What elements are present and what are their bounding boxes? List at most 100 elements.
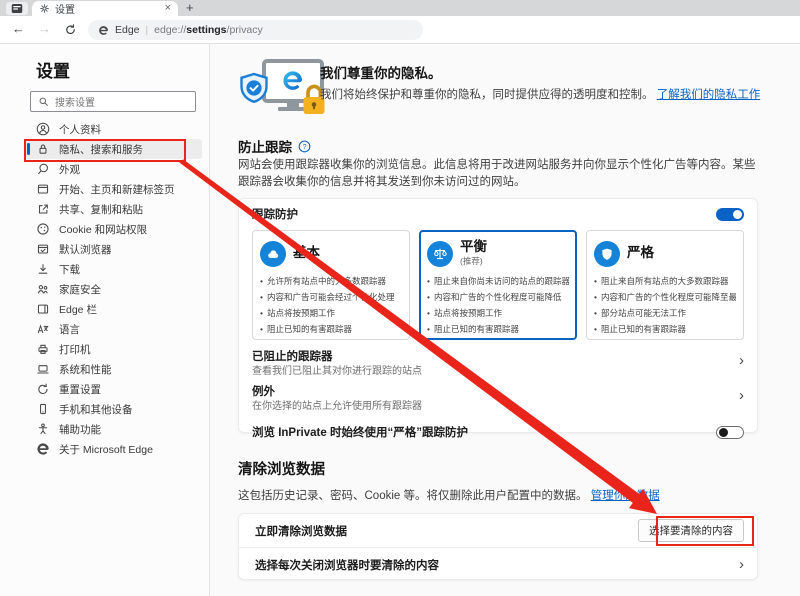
chevron-right-icon: › — [739, 557, 744, 572]
download-icon — [36, 262, 50, 276]
prevention-card-balanced[interactable]: 平衡 (推荐) •阻止来自你尚未访问的站点的跟踪器 •内容和广告的个性化程度可能… — [419, 230, 577, 340]
sidebar-item-languages[interactable]: 语言 — [24, 319, 202, 339]
prevention-card-basic[interactable]: 基本 •允许所有站点中的大多数跟踪器 •内容和广告可能会经过个性化处理 •站点将… — [252, 230, 410, 340]
search-input[interactable]: 搜索设置 — [30, 91, 196, 112]
edge-settings-screenshot: 设置 × + ← → Edge | edge://settings/privac… — [0, 0, 800, 596]
balanced-bullets: •阻止来自你尚未访问的站点的跟踪器 •内容和广告的个性化程度可能降低 •站点将按… — [427, 273, 569, 338]
accessibility-icon — [36, 422, 50, 436]
sidebar-item-phone-devices[interactable]: 手机和其他设备 — [24, 399, 202, 419]
svg-text:?: ? — [303, 143, 307, 150]
clear-data-description: 这包括历史记录、密码、Cookie 等。将仅删除此用户配置中的数据。 管理你的数… — [238, 487, 760, 503]
reset-icon — [36, 382, 50, 396]
language-icon — [36, 322, 50, 336]
refresh-icon[interactable] — [64, 23, 77, 36]
sidebar-item-edge-bar[interactable]: Edge 栏 — [24, 299, 202, 319]
profile-icon — [36, 122, 50, 136]
inprivate-strict-row: 浏览 InPrivate 时始终使用“严格”跟踪防护 — [252, 423, 744, 441]
sidebar-item-printers[interactable]: 打印机 — [24, 339, 202, 359]
sidebar-item-profile[interactable]: 个人资料 — [24, 119, 202, 139]
recommended-label: (推荐) — [460, 255, 487, 267]
inprivate-label: 浏览 InPrivate 时始终使用“严格”跟踪防护 — [252, 424, 468, 440]
search-icon — [38, 96, 49, 107]
chevron-right-icon: › — [739, 388, 744, 403]
sidebar-item-system[interactable]: 系统和性能 — [24, 359, 202, 379]
default-browser-icon — [36, 242, 50, 256]
privacy-efforts-link[interactable]: 了解我们的隐私工作 — [657, 89, 761, 101]
selected-indicator — [27, 143, 30, 155]
sidebar-item-family-safety[interactable]: 家庭安全 — [24, 279, 202, 299]
tracking-card: 跟踪防护 基本 •允许所有站点中的大多数跟踪器 •内容和广告可能会经过个性化处理… — [238, 198, 758, 433]
address-bar[interactable]: Edge | edge://settings/privacy — [88, 20, 423, 40]
search-placeholder: 搜索设置 — [55, 94, 95, 109]
prevention-card-strict[interactable]: 严格 •阻止来自所有站点的大多数跟踪器 •内容和广告的个性化程度可能降至最低 •… — [586, 230, 744, 340]
hero-description: 我们将始终保护和尊重你的隐私，同时提供应得的透明度和控制。 了解我们的隐私工作 — [320, 87, 782, 105]
start-page-icon — [36, 182, 50, 196]
browser-tab-settings[interactable]: 设置 × — [32, 1, 178, 16]
sidebar-item-about-edge[interactable]: 关于 Microsoft Edge — [24, 439, 202, 459]
family-icon — [36, 282, 50, 296]
settings-gear-icon — [39, 3, 50, 14]
tracking-description: 网站会使用跟踪器收集你的浏览信息。此信息将用于改进网站服务并向你显示个性化广告等… — [238, 157, 760, 192]
chevron-right-icon: › — [739, 353, 744, 368]
strict-bullets: •阻止来自所有站点的大多数跟踪器 •内容和广告的个性化程度可能降至最低 •部分站… — [594, 273, 736, 338]
hero-text-block: 我们尊重你的隐私。 我们将始终保护和尊重你的隐私，同时提供应得的透明度和控制。 … — [320, 62, 782, 105]
sidebar-item-reset[interactable]: 重置设置 — [24, 379, 202, 399]
tab-title: 设置 — [55, 1, 160, 16]
sidebar-item-share-copy-paste[interactable]: 共享、复制和粘贴 — [24, 199, 202, 219]
sidebar-item-cookies[interactable]: Cookie 和网站权限 — [24, 219, 202, 239]
tracking-prevention-row: 跟踪防护 — [252, 205, 744, 223]
basic-bullets: •允许所有站点中的大多数跟踪器 •内容和广告可能会经过个性化处理 •站点将按预期… — [260, 273, 402, 338]
tab-strip: 设置 × + — [0, 0, 800, 16]
sidebar-nav: 个人资料 隐私、搜索和服务 外观 开始、主页和新建标签页 共享、复制和粘贴 Co… — [24, 119, 202, 459]
balance-icon — [427, 241, 453, 267]
toggle-knob — [733, 210, 742, 219]
system-icon — [36, 362, 50, 376]
choose-what-to-clear-button[interactable]: 选择要清除的内容 — [638, 519, 744, 542]
tracking-prevention-label: 跟踪防护 — [252, 206, 298, 222]
appearance-icon — [36, 162, 50, 176]
printer-icon — [36, 342, 50, 356]
help-icon[interactable]: ? — [298, 140, 311, 153]
clear-now-label: 立即清除浏览数据 — [255, 523, 347, 539]
toggle-knob — [719, 428, 728, 437]
tracking-heading: 防止跟踪 — [238, 136, 292, 156]
clear-on-close-row[interactable]: 选择每次关闭浏览器时要清除的内容 › — [239, 548, 757, 581]
edge-logo-icon — [36, 442, 50, 456]
forward-icon[interactable]: → — [38, 22, 51, 35]
tab-actions-icon — [11, 3, 23, 14]
url-separator: | — [146, 25, 149, 36]
tracking-section-header: 防止跟踪 ? — [238, 136, 311, 156]
lock-icon — [36, 142, 50, 156]
manage-data-link[interactable]: 管理你的数据 — [591, 490, 660, 502]
sidebar-item-privacy[interactable]: 隐私、搜索和服务 — [24, 139, 202, 159]
clear-data-heading: 清除浏览数据 — [238, 458, 325, 479]
sidebar-item-appearance[interactable]: 外观 — [24, 159, 202, 179]
sidebar-item-accessibility[interactable]: 辅助功能 — [24, 419, 202, 439]
hero-title: 我们尊重你的隐私。 — [320, 62, 782, 82]
back-icon[interactable]: ← — [12, 22, 25, 35]
clear-data-card: 立即清除浏览数据 选择要清除的内容 选择每次关闭浏览器时要清除的内容 › — [238, 513, 758, 580]
phone-icon — [36, 402, 50, 416]
exceptions-row[interactable]: 例外 在你选择的站点上允许使用所有跟踪器 › — [252, 384, 744, 414]
edge-logo-color-icon — [283, 71, 302, 90]
edge-bar-icon — [36, 302, 50, 316]
edge-badge-label: Edge — [115, 24, 140, 36]
cookie-icon — [36, 222, 50, 236]
cloud-icon — [260, 241, 286, 267]
edge-badge-icon — [98, 25, 109, 36]
page-title: 设置 — [36, 57, 70, 82]
tab-close-icon[interactable]: × — [165, 3, 171, 14]
prevention-level-cards: 基本 •允许所有站点中的大多数跟踪器 •内容和广告可能会经过个性化处理 •站点将… — [252, 230, 744, 340]
clear-now-row: 立即清除浏览数据 选择要清除的内容 — [239, 514, 757, 548]
tab-actions-button[interactable] — [6, 2, 28, 15]
share-icon — [36, 202, 50, 216]
new-tab-button[interactable]: + — [186, 0, 194, 15]
sidebar-item-start-page[interactable]: 开始、主页和新建标签页 — [24, 179, 202, 199]
clear-on-close-label: 选择每次关闭浏览器时要清除的内容 — [255, 557, 439, 573]
blocked-trackers-row[interactable]: 已阻止的跟踪器 查看我们已阻止其对你进行跟踪的站点 › — [252, 349, 744, 379]
inprivate-toggle-off[interactable] — [716, 426, 744, 439]
shield-icon — [594, 241, 620, 267]
sidebar-item-default-browser[interactable]: 默认浏览器 — [24, 239, 202, 259]
sidebar-item-downloads[interactable]: 下载 — [24, 259, 202, 279]
tracking-prevention-toggle-on[interactable] — [716, 208, 744, 221]
